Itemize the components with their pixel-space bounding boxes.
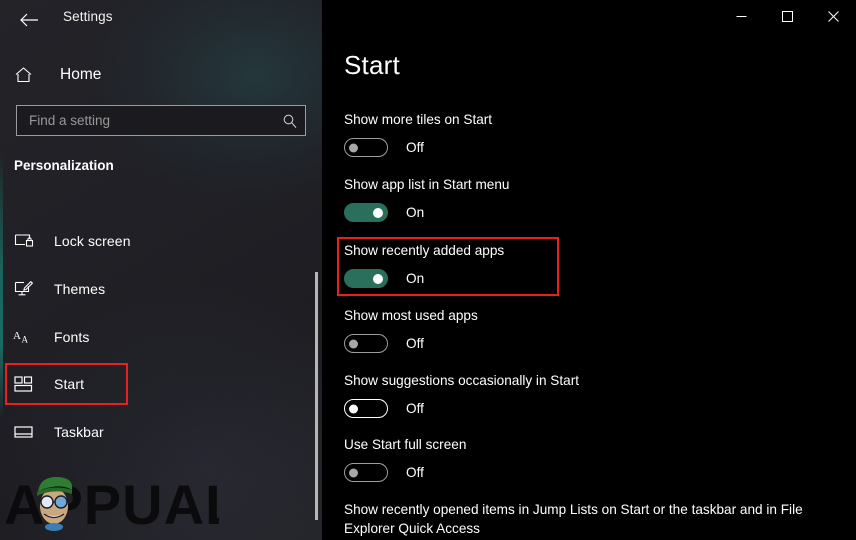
home-icon — [14, 66, 44, 84]
setting-show-recently-added-apps: Show recently added apps On — [344, 241, 844, 288]
close-icon[interactable] — [810, 0, 856, 32]
sidebar-item-label: Lock screen — [54, 233, 131, 249]
sidebar-scrollbar[interactable] — [315, 272, 318, 520]
svg-text:A: A — [13, 330, 21, 342]
setting-show-more-tiles: Show more tiles on Start Off — [344, 110, 844, 157]
sidebar-titlebar: Settings — [0, 0, 322, 40]
setting-show-most-used-apps: Show most used apps Off — [344, 306, 844, 353]
sidebar-item-taskbar[interactable]: Taskbar — [8, 413, 308, 451]
setting-label: Show more tiles on Start — [344, 112, 493, 127]
sidebar-item-home[interactable]: Home — [14, 60, 306, 90]
toggle-row: Off — [344, 463, 844, 482]
sidebar-item-label: Fonts — [54, 329, 90, 345]
main-content: Start Show more tiles on Start Off Show … — [322, 0, 856, 540]
themes-icon — [8, 280, 40, 298]
toggle-show-suggestions[interactable] — [344, 399, 388, 418]
search-icon[interactable] — [275, 113, 305, 129]
sidebar-item-fonts[interactable]: A A Fonts — [8, 318, 308, 356]
toggle-state-label: On — [406, 205, 425, 220]
sidebar-item-themes[interactable]: Themes — [8, 270, 308, 308]
window-controls — [718, 0, 856, 32]
setting-label: Show recently added apps — [344, 243, 505, 258]
back-arrow-icon[interactable] — [14, 6, 44, 34]
sidebar-item-label: Home — [60, 66, 102, 83]
toggle-show-app-list[interactable] — [344, 203, 388, 222]
app-title: Settings — [63, 9, 113, 24]
search-box[interactable] — [16, 105, 306, 136]
toggle-row: On — [344, 203, 844, 222]
sidebar-item-label: Start — [54, 376, 85, 392]
sidebar-item-label: Taskbar — [54, 424, 104, 440]
setting-show-suggestions: Show suggestions occasionally in Start O… — [344, 371, 844, 418]
setting-label: Show suggestions occasionally in Start — [344, 373, 579, 388]
maximize-icon[interactable] — [764, 0, 810, 32]
setting-show-jump-lists: Show recently opened items in Jump Lists… — [344, 500, 844, 538]
toggle-state-label: Off — [406, 465, 424, 480]
toggle-state-label: Off — [406, 140, 424, 155]
toggle-row: Off — [344, 138, 844, 157]
setting-label: Use Start full screen — [344, 437, 467, 452]
setting-show-app-list: Show app list in Start menu On — [344, 175, 844, 222]
toggle-show-recently-added-apps[interactable] — [344, 269, 388, 288]
toggle-row: Off — [344, 334, 844, 353]
setting-use-start-full-screen: Use Start full screen Off — [344, 435, 844, 482]
search-input[interactable] — [17, 113, 275, 128]
toggle-use-start-full-screen[interactable] — [344, 463, 388, 482]
toggle-show-more-tiles[interactable] — [344, 138, 388, 157]
sidebar-item-start[interactable]: Start — [8, 365, 308, 403]
toggle-row: Off — [344, 399, 844, 418]
toggle-state-label: Off — [406, 336, 424, 351]
taskbar-icon — [8, 424, 40, 440]
sidebar-selection-stripe — [0, 150, 3, 420]
setting-label: Show most used apps — [344, 308, 478, 323]
setting-label: Show recently opened items in Jump Lists… — [344, 502, 803, 536]
settings-window: Settings Home Personalization — [0, 0, 856, 540]
svg-text:APPUALS: APPUALS — [4, 473, 219, 536]
lock-screen-icon — [8, 232, 40, 250]
toggle-row: On — [344, 269, 844, 288]
start-tiles-icon — [8, 376, 40, 392]
fonts-icon: A A — [8, 328, 40, 346]
toggle-state-label: Off — [406, 401, 424, 416]
toggle-state-label: On — [406, 271, 425, 286]
sidebar-item-lock-screen[interactable]: Lock screen — [8, 222, 308, 260]
appuals-watermark: APPUALS — [4, 473, 219, 536]
sidebar-item-label: Themes — [54, 281, 106, 297]
sidebar-section-heading: Personalization — [14, 158, 114, 173]
setting-label: Show app list in Start menu — [344, 177, 510, 192]
minimize-icon[interactable] — [718, 0, 764, 32]
sidebar: Settings Home Personalization — [0, 0, 322, 540]
page-title: Start — [344, 50, 400, 80]
svg-text:A: A — [22, 335, 29, 345]
toggle-show-most-used-apps[interactable] — [344, 334, 388, 353]
